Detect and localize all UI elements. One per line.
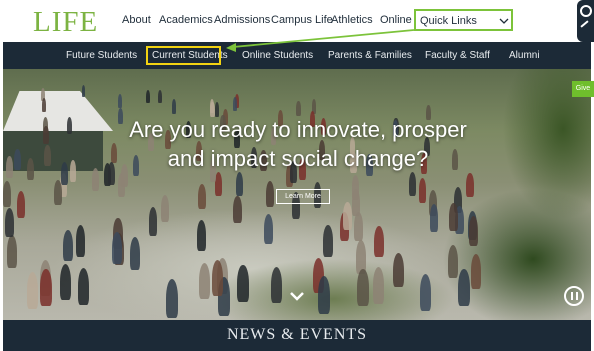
crowd-figure [14,148,21,170]
crowd-figure [3,181,11,207]
crowd-figure [26,271,39,310]
subnav-alumni[interactable]: Alumni [509,50,540,61]
crowd-figure [77,268,90,305]
nav-about[interactable]: About [122,14,151,26]
search-handle [580,20,589,28]
crowd-figure [166,279,178,318]
quick-links-dropdown[interactable]: Quick Links [414,9,513,31]
crowd-figure [447,244,458,279]
nav-online[interactable]: Online [380,14,412,26]
crowd-figure [43,126,49,145]
crowd-figure [158,89,163,103]
search-toggle[interactable] [577,0,594,42]
crowd-figure [373,266,385,304]
crowd-figure [27,157,35,180]
audience-nav: Future Students Current Students Online … [3,42,591,69]
crowd-figure [62,229,73,262]
crowd-figure [148,207,158,236]
chevron-down-icon [499,18,509,24]
learn-more-button[interactable]: Learn More [276,189,330,204]
nav-campus-life[interactable]: Campus Life [271,14,333,26]
crowd-figure [198,183,207,210]
crowd-figure [199,262,211,299]
crowd-figure [418,178,427,204]
crowd-figure [448,203,458,232]
search-icon [580,5,592,17]
crowd-figure [196,220,207,251]
pause-button[interactable] [564,286,584,306]
hero-headline: Are you ready to innovate, prosper and i… [63,115,533,173]
crowd-figure [263,214,273,245]
crowd-figure [233,196,242,224]
crowd-figure [270,266,283,304]
nav-admissions[interactable]: Admissions [214,14,270,26]
crowd-figure [318,276,330,315]
crowd-figure [237,265,249,302]
crowd-figure [343,201,352,230]
section-title: NEWS & EVENTS [226,326,368,343]
quick-links-label: Quick Links [420,15,477,27]
crowd-figure [41,97,47,112]
crowd-figure [117,94,122,108]
subnav-future-students[interactable]: Future Students [66,50,137,61]
crowd-figure [354,212,364,242]
crowd-figure [374,225,384,257]
crowd-figure [160,195,170,223]
crowd-figure [75,225,86,257]
crowd-figure [44,145,51,166]
crowd-figure [393,252,405,288]
crowd-figure [171,99,177,114]
hero-headline-line2: and impact social change? [167,146,429,171]
pause-icon-bar [576,292,578,300]
give-button[interactable]: Give [572,81,594,97]
site-header: LIFE About Academics Admissions Campus L… [0,0,594,42]
nav-athletics[interactable]: Athletics [331,14,373,26]
nav-academics[interactable]: Academics [159,14,213,26]
hero-headline-line1: Are you ready to innovate, prosper [129,117,467,142]
site-logo[interactable]: LIFE [33,6,98,39]
crowd-figure [236,171,244,196]
crowd-figure [6,155,14,178]
crowd-figure [40,269,52,307]
crowd-figure [419,273,432,312]
subnav-parents-families[interactable]: Parents & Families [328,50,412,61]
crowd-figure [296,101,301,116]
crowd-figure [352,189,361,216]
crowd-figure [211,260,223,297]
subnav-faculty-staff[interactable]: Faculty & Staff [425,50,490,61]
crowd-figure [112,231,123,265]
news-events-band: NEWS & EVENTS [3,320,591,351]
crowd-figure [429,203,439,233]
pause-icon [571,292,573,300]
crowd-figure [409,172,417,197]
chevron-down-icon[interactable] [290,289,304,303]
crowd-figure [232,96,237,111]
crowd-figure [266,181,275,207]
crowd-figure [130,237,141,271]
crowd-figure [466,173,474,198]
crowd-figure [6,235,17,268]
crowd-figure [209,99,215,114]
crowd-figure [4,207,14,237]
crowd-figure [16,191,25,219]
hero-banner: Are you ready to innovate, prosper and i… [3,69,591,320]
crowd-figure [468,215,478,246]
current-students-highlight [146,46,221,65]
subnav-online-students[interactable]: Online Students [242,50,313,61]
crowd-figure [81,84,86,98]
crowd-figure [357,268,369,306]
crowd-figure [145,89,150,104]
crowd-figure [59,263,71,301]
crowd-figure [470,253,482,289]
crowd-figure [323,225,333,257]
crowd-figure [458,269,470,307]
